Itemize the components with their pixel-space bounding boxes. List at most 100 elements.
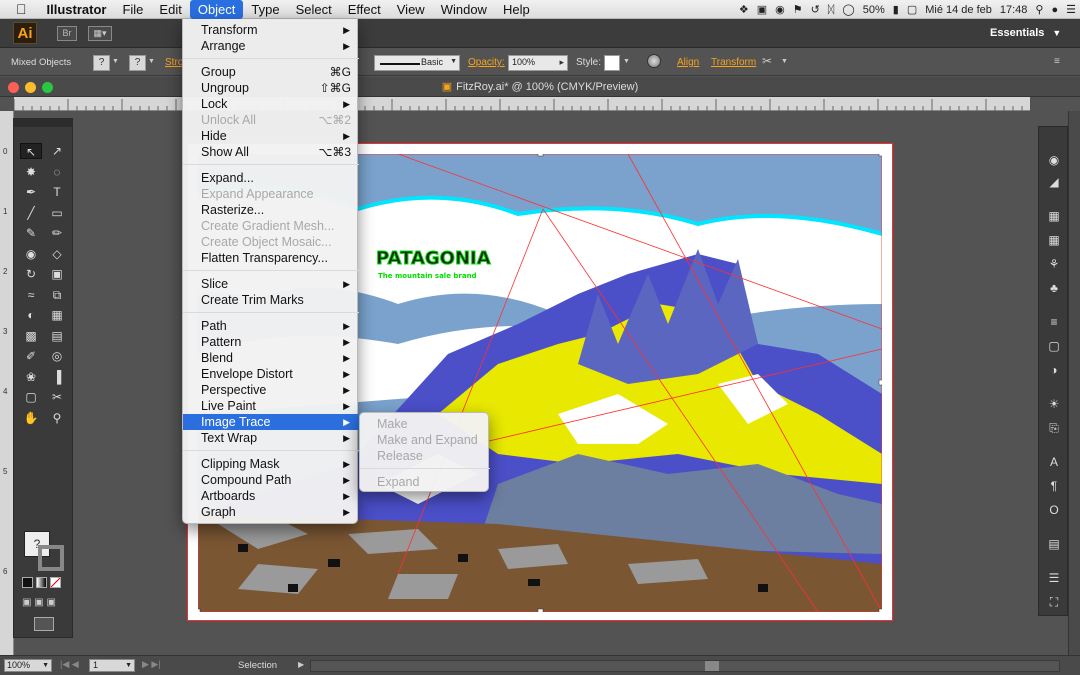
transparency-panel-icon[interactable]: ◑ — [1046, 363, 1062, 377]
vertical-scrollbar[interactable] — [1068, 111, 1080, 655]
app-menu[interactable]: Illustrator — [39, 0, 115, 19]
vertical-ruler[interactable]: 0 1 2 3 4 5 6 — [0, 111, 14, 655]
bluetooth-icon[interactable]: ᛞ — [828, 4, 835, 16]
submenu-item-release[interactable]: Release — [360, 448, 490, 464]
arrange-documents-button[interactable]: ▦▾ — [88, 26, 112, 41]
chevron-down-icon[interactable]: ▼ — [623, 58, 630, 65]
gradient-panel-icon[interactable]: ▢ — [1046, 339, 1062, 353]
column-graph-icon[interactable]: ▐ — [46, 369, 68, 385]
next-artboard-icon[interactable]: ▶ ▶| — [142, 659, 161, 670]
menu-item-rasterize[interactable]: Rasterize... — [183, 202, 359, 218]
menu-item-expand-appearance[interactable]: Expand Appearance — [183, 186, 359, 202]
paragraph-panel-icon[interactable]: ¶ — [1046, 479, 1062, 493]
artboard-icon[interactable]: ▢ — [20, 389, 42, 405]
menu-item-path[interactable]: Path ▶ — [183, 318, 359, 334]
layers-export-icon[interactable]: ⎘ — [1046, 421, 1062, 435]
eyedropper-icon[interactable]: ✐ — [20, 348, 42, 364]
clock-date[interactable]: Mié 14 de feb — [925, 4, 992, 16]
input-source-icon[interactable]: ▢ — [907, 3, 917, 16]
clock-time[interactable]: 17:48 — [1000, 4, 1028, 16]
stroke-panel-icon[interactable]: ≡ — [1046, 315, 1062, 329]
menu-item-create-gradient-mesh[interactable]: Create Gradient Mesh... — [183, 218, 359, 234]
first-artboard-icon[interactable]: |◀ ◀ — [60, 659, 79, 670]
menu-item-blend[interactable]: Blend ▶ — [183, 350, 359, 366]
artboards-panel-icon[interactable]: ⛶ — [1046, 595, 1062, 609]
battery-percent[interactable]: 50% — [863, 4, 885, 16]
width-icon[interactable]: ≈ — [20, 287, 42, 303]
submenu-item-expand[interactable]: Expand — [360, 474, 490, 490]
menu-item-hide[interactable]: Hide ▶ — [183, 128, 359, 144]
shape-builder-icon[interactable]: ◐ — [20, 307, 42, 323]
panel-grip[interactable] — [14, 119, 72, 127]
zoom-icon[interactable]: ⚲ — [46, 410, 68, 426]
appearance-panel-icon[interactable]: ☀ — [1046, 397, 1062, 411]
apple-menu-icon[interactable]:  — [0, 0, 39, 19]
menu-item-lock[interactable]: Lock ▶ — [183, 96, 359, 112]
pencil-icon[interactable]: ✏ — [46, 225, 68, 241]
stroke-swatch[interactable] — [38, 545, 64, 571]
blend-icon[interactable]: ◎ — [46, 348, 68, 364]
symbol-sprayer-icon[interactable]: ❀ — [20, 369, 42, 385]
menu-item-group[interactable]: Group ⌘G — [183, 64, 359, 80]
lasso-icon[interactable]: ◌ — [46, 164, 68, 180]
fill-color-swatch[interactable]: ? — [93, 55, 110, 71]
menu-item-create-object-mosaic[interactable]: Create Object Mosaic... — [183, 234, 359, 250]
direct-selection-icon[interactable]: ↗ — [46, 143, 68, 159]
notes-icon[interactable]: ▣ — [757, 3, 767, 16]
free-transform-icon[interactable]: ⧉ — [46, 287, 68, 303]
recolor-artwork-icon[interactable] — [647, 54, 661, 68]
line-icon[interactable]: ╱ — [20, 205, 42, 221]
none-icon[interactable] — [50, 577, 61, 588]
flag-icon[interactable]: ⚑ — [793, 3, 803, 16]
spotlight-icon[interactable]: ⚲ — [1035, 3, 1043, 16]
scroll-thumb[interactable] — [705, 661, 719, 671]
menu-view[interactable]: View — [389, 0, 433, 19]
menu-effect[interactable]: Effect — [340, 0, 389, 19]
artboard-number-field[interactable]: 1 ▼ — [89, 659, 135, 672]
graphic-styles-icon[interactable]: ♣ — [1046, 281, 1062, 295]
layers-panel-icon[interactable]: ☰ — [1046, 571, 1062, 585]
menu-item-arrange[interactable]: Arrange ▶ — [183, 38, 359, 54]
align-panel-icon[interactable]: ▤ — [1046, 537, 1062, 551]
battery-icon[interactable]: ▮ — [893, 3, 899, 16]
character-panel-icon[interactable]: A — [1046, 455, 1062, 469]
workspace-switcher[interactable]: Essentials ▼ — [990, 24, 1072, 42]
screen-mode-icon[interactable] — [34, 617, 54, 631]
symbols-panel-icon[interactable]: ⚘ — [1046, 257, 1062, 271]
siri-icon[interactable]: ● — [1051, 4, 1058, 16]
zoom-dropdown[interactable]: 100% ▼ — [4, 659, 52, 672]
color-guide-icon[interactable]: ◢ — [1046, 175, 1062, 189]
menu-item-ungroup[interactable]: Ungroup ⇧⌘G — [183, 80, 359, 96]
brush-definition-dropdown[interactable]: Basic ▼ — [374, 55, 460, 71]
align-link[interactable]: Align — [677, 57, 699, 68]
transform-link[interactable]: Transform — [711, 57, 756, 68]
stroke-color-swatch[interactable]: ? — [129, 55, 146, 71]
menu-item-clipping-mask[interactable]: Clipping Mask ▶ — [183, 456, 359, 472]
swatches-panel-icon[interactable]: ▦ — [1046, 209, 1062, 223]
opacity-link[interactable]: Opacity: — [468, 57, 505, 68]
menu-item-expand[interactable]: Expand... — [183, 170, 359, 186]
menu-window[interactable]: Window — [433, 0, 495, 19]
menu-select[interactable]: Select — [288, 0, 340, 19]
opentype-panel-icon[interactable]: O — [1046, 503, 1062, 517]
menu-item-pattern[interactable]: Pattern ▶ — [183, 334, 359, 350]
menu-item-slice[interactable]: Slice ▶ — [183, 276, 359, 292]
bridge-button[interactable]: Br — [57, 26, 77, 41]
gradient-icon[interactable]: ▤ — [46, 328, 68, 344]
menu-item-graph[interactable]: Graph ▶ — [183, 504, 359, 520]
time-machine-icon[interactable]: ↺ — [811, 3, 820, 16]
menu-type[interactable]: Type — [243, 0, 287, 19]
menu-item-show-all[interactable]: Show All ⌥⌘3 — [183, 144, 359, 160]
menu-item-text-wrap[interactable]: Text Wrap ▶ — [183, 430, 359, 446]
menu-item-envelope-distort[interactable]: Envelope Distort ▶ — [183, 366, 359, 382]
control-panel-menu-icon[interactable]: ≡ — [1054, 56, 1060, 67]
paintbrush-icon[interactable]: ✎ — [20, 225, 42, 241]
menu-item-transform[interactable]: Transform ▶ — [183, 22, 359, 38]
scale-icon[interactable]: ▣ — [46, 266, 68, 282]
slice-icon[interactable]: ✂ — [46, 389, 68, 405]
menu-item-live-paint[interactable]: Live Paint ▶ — [183, 398, 359, 414]
rotate-icon[interactable]: ↻ — [20, 266, 42, 282]
menu-file[interactable]: File — [114, 0, 151, 19]
isolate-object-icon[interactable]: ✂ — [762, 54, 772, 68]
menu-item-compound-path[interactable]: Compound Path ▶ — [183, 472, 359, 488]
